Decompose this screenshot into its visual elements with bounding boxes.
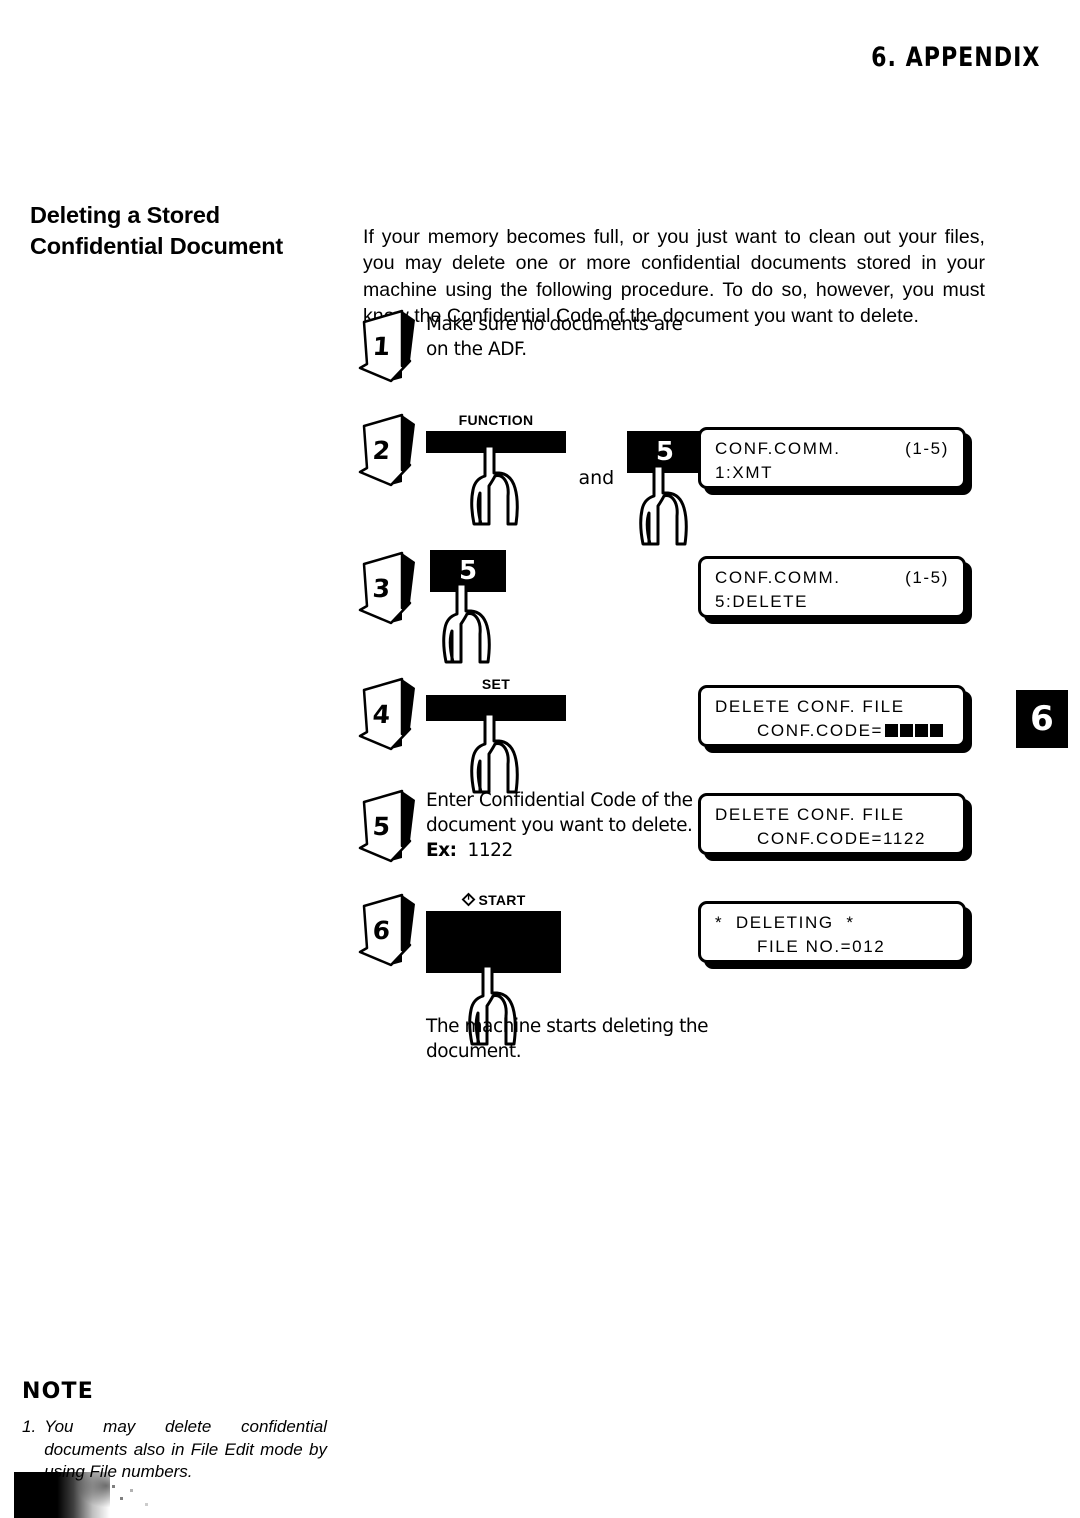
section-heading-line-1: Deleting a Stored	[30, 202, 220, 228]
step-5-example-value: 1122	[467, 840, 514, 861]
manual-page: 6. APPENDIX Deleting a Stored Confidenti…	[0, 0, 1080, 1518]
key-conjunction-label: and	[578, 467, 615, 489]
step-2-number: 2	[371, 435, 392, 465]
step-6-marker: 6	[358, 892, 420, 968]
step-3-lcd-line-2: 5:DELETE	[715, 592, 809, 611]
step-5-lcd-display: DELETE CONF. FILE CONF.CODE=1122	[698, 793, 966, 855]
step-2-lcd-line-1-right: (1-5)	[905, 439, 949, 458]
step-5-text-line-2: document you want to delete.	[426, 815, 693, 836]
chapter-thumb-tab-number: 6	[1030, 699, 1054, 739]
step-4-lcd-code-label: CONF.CODE=	[757, 721, 884, 740]
pointing-finger-icon	[630, 466, 700, 546]
scan-artifact-smudge	[14, 1472, 110, 1518]
code-block-placeholders	[883, 721, 944, 740]
step-2-lcd-line-1: CONF.COMM. (1-5)	[715, 437, 949, 461]
step-2-key-illustration: FUNCTION and 5	[426, 412, 716, 546]
scan-artifact-speck	[130, 1489, 133, 1492]
set-key-unit: SET	[426, 676, 566, 794]
start-key-cap[interactable]	[426, 911, 561, 973]
numeric-key-5-unit: 5	[626, 412, 703, 546]
start-key-unit: START	[426, 892, 561, 1046]
start-key-label-text: START	[478, 892, 526, 908]
start-key-label: START	[426, 892, 561, 908]
step-6-result-text: The machine starts deleting the document…	[426, 1014, 726, 1064]
step-4-key-illustration: SET	[426, 676, 566, 794]
start-power-diamond-icon	[461, 892, 476, 907]
step-3-lcd-display: CONF.COMM. (1-5) 5:DELETE	[698, 556, 966, 618]
section-heading-line-2: Confidential Document	[30, 233, 283, 259]
step-1-text: Make sure no documents are on the ADF.	[426, 312, 726, 362]
step-5-marker: 5	[358, 788, 420, 864]
step-2-lcd-display: CONF.COMM. (1-5) 1:XMT	[698, 427, 966, 489]
step-5-text-line-1: Enter Confidential Code of the	[426, 790, 693, 811]
step-2-lcd-line-2: 1:XMT	[715, 463, 774, 482]
step-1-text-line-2: on the ADF.	[426, 339, 527, 360]
key-conjunction-unit: and	[570, 412, 622, 489]
numeric-key-5-unit: 5	[430, 550, 506, 664]
scan-artifact-speck	[145, 1503, 148, 1506]
scan-artifact-speck	[120, 1497, 123, 1500]
pointing-finger-icon	[461, 446, 531, 526]
chapter-thumb-tab: 6	[1016, 690, 1068, 748]
step-6-lcd-line-1: * DELETING *	[715, 913, 855, 932]
step-5-example: Ex: 1122	[426, 838, 726, 863]
running-header-chapter-title: 6. APPENDIX	[870, 42, 1040, 73]
step-4-marker: 4	[358, 676, 420, 752]
step-6-lcd-display: * DELETING * FILE NO.=012	[698, 901, 966, 963]
step-1-marker: 1	[358, 308, 420, 384]
pointing-finger-icon	[461, 714, 531, 794]
step-2-lcd-line-1-left: CONF.COMM.	[715, 439, 841, 458]
step-1-number: 1	[371, 331, 392, 361]
note-heading: NOTE	[22, 1379, 94, 1404]
step-6-key-illustration: START	[426, 892, 561, 1046]
step-6-lcd-line-2: FILE NO.=012	[757, 937, 886, 956]
step-3-key-illustration: 5	[430, 550, 506, 664]
step-5-lcd-line-2: CONF.CODE=1122	[757, 829, 926, 848]
step-4-number: 4	[371, 699, 392, 729]
step-3-number: 3	[371, 573, 392, 603]
step-3-marker: 3	[358, 550, 420, 626]
pointing-finger-icon	[433, 584, 503, 664]
scan-artifact-speck	[112, 1485, 115, 1488]
step-3-lcd-line-1-left: CONF.COMM.	[715, 568, 841, 587]
function-key-label: FUNCTION	[458, 412, 534, 428]
step-3-lcd-line-1: CONF.COMM. (1-5)	[715, 566, 949, 590]
section-heading: Deleting a Stored Confidential Document	[30, 200, 330, 262]
set-key-label: SET	[481, 676, 511, 692]
step-5-text: Enter Confidential Code of the document …	[426, 788, 726, 863]
step-5-number: 5	[371, 811, 392, 841]
step-4-lcd-line-2: CONF.CODE=	[715, 719, 949, 743]
step-4-lcd-display: DELETE CONF. FILE CONF.CODE=	[698, 685, 966, 747]
step-2-marker: 2	[358, 412, 420, 488]
step-3-lcd-line-1-right: (1-5)	[905, 568, 949, 587]
function-key-unit: FUNCTION	[426, 412, 566, 526]
step-5-example-label: Ex:	[426, 840, 457, 861]
step-6-number: 6	[371, 915, 392, 945]
step-6-result-line-1: The machine starts deleting the	[426, 1016, 709, 1037]
step-1-text-line-1: Make sure no documents are	[426, 314, 683, 335]
step-5-lcd-line-1: DELETE CONF. FILE	[715, 805, 905, 824]
step-6-result-line-2: document.	[426, 1041, 522, 1062]
step-4-lcd-line-1: DELETE CONF. FILE	[715, 697, 905, 716]
